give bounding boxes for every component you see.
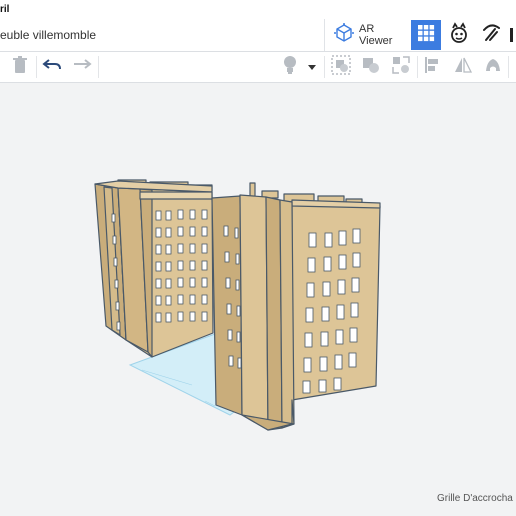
light-dropdown[interactable] [303, 55, 321, 79]
undo-button[interactable] [40, 55, 64, 79]
ar-viewer-label: AR Viewer [359, 23, 393, 47]
align-icon [423, 55, 443, 80]
ungroup-button[interactable] [359, 55, 383, 79]
tool-build[interactable] [476, 20, 506, 50]
toolbar-divider [508, 56, 509, 78]
ar-cube-icon [333, 22, 355, 49]
mirror-icon [453, 55, 473, 80]
blocks-face-icon [448, 21, 470, 49]
redo-icon [72, 57, 92, 78]
ar-viewer-button[interactable]: AR Viewer [324, 19, 407, 51]
view-button[interactable] [481, 55, 505, 79]
toolbar-divider [36, 56, 37, 78]
eye-icon [483, 55, 503, 80]
menu-label[interactable]: ril [0, 4, 9, 15]
pickaxe-icon [480, 22, 502, 49]
light-button[interactable] [278, 55, 302, 79]
project-title[interactable]: euble villemomble [0, 28, 96, 42]
toolbar-divider [324, 56, 325, 78]
dropdown-arrow-icon [308, 58, 316, 76]
align-button[interactable] [421, 55, 445, 79]
light-bulb-icon [282, 55, 298, 80]
group-button[interactable] [329, 54, 353, 80]
toolbar-divider [417, 56, 418, 78]
grid-icon [417, 24, 435, 47]
mirror-button[interactable] [451, 55, 475, 79]
trash-icon [12, 55, 28, 79]
flip-icon [391, 55, 411, 80]
flip-button[interactable] [389, 55, 413, 79]
toolbar-divider [98, 56, 99, 78]
edit-toolbar [0, 52, 516, 83]
undo-icon [42, 57, 62, 78]
workplane[interactable] [0, 83, 516, 516]
tool-codeblocks[interactable] [444, 20, 474, 50]
redo-button[interactable] [70, 55, 94, 79]
snap-grid-label[interactable]: Grille D'accrocha [437, 493, 513, 504]
delete-button[interactable] [8, 55, 32, 79]
ungroup-icon [361, 55, 381, 80]
menu-strip: ril [0, 0, 516, 19]
scene-canvas[interactable] [0, 83, 516, 516]
group-icon [331, 54, 351, 80]
more-tools-handle[interactable] [510, 28, 513, 42]
title-bar: euble villemomble AR Viewer [0, 19, 516, 52]
tool-3d-view[interactable] [411, 20, 441, 50]
